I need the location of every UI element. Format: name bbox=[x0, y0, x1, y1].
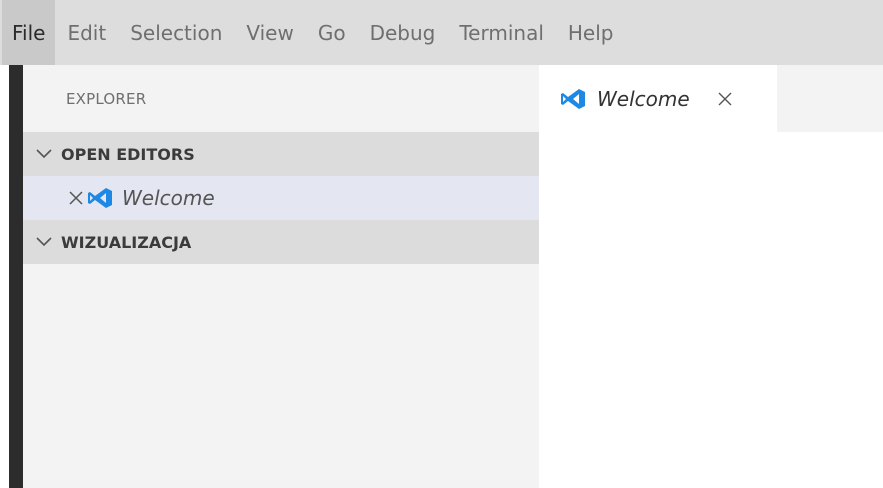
menu-selection[interactable]: Selection bbox=[118, 0, 234, 65]
menu-debug[interactable]: Debug bbox=[358, 0, 448, 65]
explorer-sidebar: EXPLORER OPEN EDITORS Welcome WIZUALIZAC… bbox=[23, 65, 539, 488]
section-wizualizacja[interactable]: WIZUALIZACJA bbox=[23, 220, 539, 264]
section-open-editors-label: OPEN EDITORS bbox=[61, 144, 195, 164]
close-icon[interactable] bbox=[66, 188, 86, 208]
tab-welcome[interactable]: Welcome bbox=[539, 65, 777, 132]
menu-help[interactable]: Help bbox=[556, 0, 626, 65]
chevron-down-icon bbox=[33, 144, 55, 164]
open-editor-item-welcome[interactable]: Welcome bbox=[23, 176, 539, 220]
editor-tab-bar: Welcome bbox=[539, 65, 883, 132]
activity-bar bbox=[9, 65, 23, 488]
menu-go[interactable]: Go bbox=[306, 0, 358, 65]
close-icon[interactable] bbox=[714, 88, 736, 110]
vscode-icon bbox=[86, 186, 114, 210]
menu-view[interactable]: View bbox=[234, 0, 305, 65]
chevron-down-icon bbox=[33, 232, 55, 252]
menu-terminal[interactable]: Terminal bbox=[447, 0, 556, 65]
section-open-editors[interactable]: OPEN EDITORS bbox=[23, 132, 539, 176]
menu-edit[interactable]: Edit bbox=[55, 0, 118, 65]
section-wizualizacja-label: WIZUALIZACJA bbox=[61, 232, 192, 252]
vscode-icon bbox=[559, 87, 587, 111]
open-editor-label: Welcome bbox=[122, 186, 215, 210]
explorer-title: EXPLORER bbox=[66, 89, 147, 108]
tab-label: Welcome bbox=[597, 86, 690, 111]
menu-bar: File Edit Selection View Go Debug Termin… bbox=[0, 0, 883, 65]
editor-area[interactable] bbox=[539, 132, 883, 488]
menu-file[interactable]: File bbox=[2, 0, 56, 65]
